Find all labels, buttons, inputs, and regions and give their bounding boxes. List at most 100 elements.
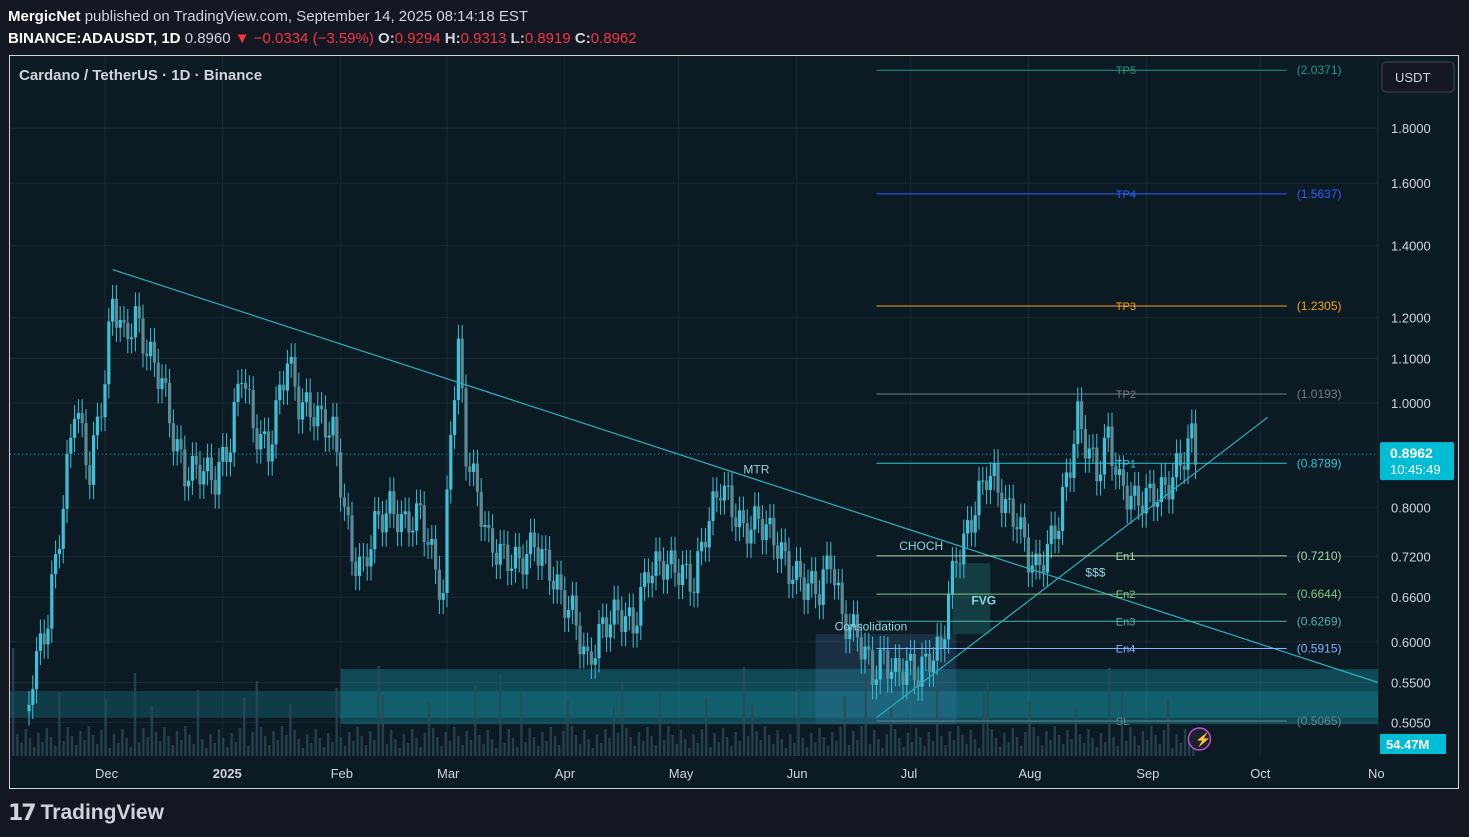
volume-bar [213, 743, 216, 756]
candle-body [1011, 498, 1015, 527]
volume-bar [612, 707, 615, 756]
level-name-en3: En3 [1116, 616, 1136, 628]
candle-body [567, 609, 571, 618]
candle-body [179, 439, 183, 450]
volume-bar [1049, 740, 1052, 756]
author-name[interactable]: MergicNet [8, 8, 81, 25]
volume-bar [188, 735, 191, 756]
candle-body [654, 551, 658, 576]
candle-body [1053, 525, 1057, 540]
volume-bar [1099, 733, 1103, 756]
publish-header: MergicNet published on TradingView.com, … [8, 6, 637, 50]
volume-bar [868, 744, 872, 756]
price-tick-label: 0.5050 [1391, 715, 1431, 730]
candle-body [114, 298, 118, 328]
volume-bar [730, 746, 733, 756]
candle-body [57, 549, 61, 555]
candle-body [323, 409, 327, 438]
volume-bar [507, 729, 510, 756]
candle-body [38, 633, 42, 651]
volume-bar [780, 739, 783, 756]
candle-body [464, 388, 468, 467]
candle-body [840, 582, 844, 614]
volume-bar [1095, 747, 1098, 756]
volume-bar [66, 727, 69, 756]
volume-bar [381, 695, 384, 756]
candle-body [99, 416, 103, 418]
candle-body [502, 543, 506, 545]
volume-bar [264, 736, 267, 756]
volume-bar [310, 743, 313, 756]
volume-bar [667, 726, 670, 756]
candle-body [422, 505, 426, 543]
volume-bar [532, 737, 536, 756]
candle-body [240, 382, 244, 384]
candle-body [76, 412, 80, 419]
volume-bar [717, 742, 720, 756]
candle-body [1133, 485, 1137, 496]
volume-bar [369, 731, 372, 756]
publish-line: MergicNet published on TradingView.com, … [8, 6, 637, 28]
candle-body [487, 524, 491, 529]
candle-body [396, 514, 400, 533]
candle-body [996, 463, 1000, 493]
chart-frame[interactable]: TP5 (2.0371) TP4 (1.5637) TP3 (1.2305) TP2 (1.0… [9, 55, 1459, 789]
volume-bar [1070, 739, 1073, 756]
volume-bar [364, 745, 368, 756]
level-value-tp3: (1.2305) [1297, 299, 1342, 313]
volume-bar [558, 745, 561, 756]
time-tick-label: 2025 [213, 766, 242, 781]
level-value-tp4: (1.5637) [1297, 187, 1342, 201]
volume-bar [759, 740, 762, 756]
candle-body [407, 511, 411, 533]
volume-bar [293, 730, 296, 756]
candle-body [646, 572, 650, 584]
candle-body [80, 412, 84, 424]
volume-bar [352, 741, 355, 756]
candle-body [719, 497, 723, 501]
candle-body [931, 660, 935, 673]
candle-body [836, 582, 840, 586]
candle-body [1072, 444, 1076, 478]
volume-bar [146, 737, 149, 756]
lightning-glyph: ⚡ [1195, 732, 1211, 748]
volume-bar [969, 730, 972, 756]
level-value-en4: (0.5915) [1297, 641, 1342, 655]
volume-bar [285, 735, 288, 756]
candle-body [787, 551, 791, 584]
candle-body [624, 616, 628, 632]
volume-bar [545, 741, 548, 756]
candle-body [798, 561, 802, 578]
volume-bar [423, 733, 426, 756]
volume-bar [684, 739, 687, 756]
volume-bar [243, 697, 246, 756]
candle-body [73, 418, 77, 438]
candle-body [194, 456, 198, 465]
volume-bar [986, 683, 989, 756]
volume-bar [373, 740, 376, 756]
candle-body [631, 607, 635, 634]
candle-body [1148, 483, 1152, 489]
volume-bar [915, 728, 918, 756]
candle-body [411, 530, 415, 533]
volume-bar [944, 745, 947, 756]
candle-body [643, 572, 647, 587]
candle-body [69, 437, 73, 454]
volume-bar [738, 741, 741, 756]
volume-bar [28, 738, 32, 756]
volume-bar [259, 727, 263, 756]
candle-body [1061, 486, 1065, 532]
volume-bar [12, 648, 15, 756]
volume-bar [490, 739, 494, 756]
volume-bar [79, 731, 82, 756]
volume-bar [1011, 728, 1014, 756]
candle-body [909, 653, 913, 661]
volume-bar [990, 729, 993, 756]
volume-bar [814, 742, 817, 756]
price-chart[interactable]: TP5 (2.0371) TP4 (1.5637) TP3 (1.2305) TP2 (1.0… [10, 56, 1458, 788]
volume-bar [755, 731, 758, 756]
candle-body [27, 704, 31, 712]
volume-bar [251, 732, 254, 756]
volume-bar [100, 730, 103, 756]
candle-body [111, 298, 115, 322]
